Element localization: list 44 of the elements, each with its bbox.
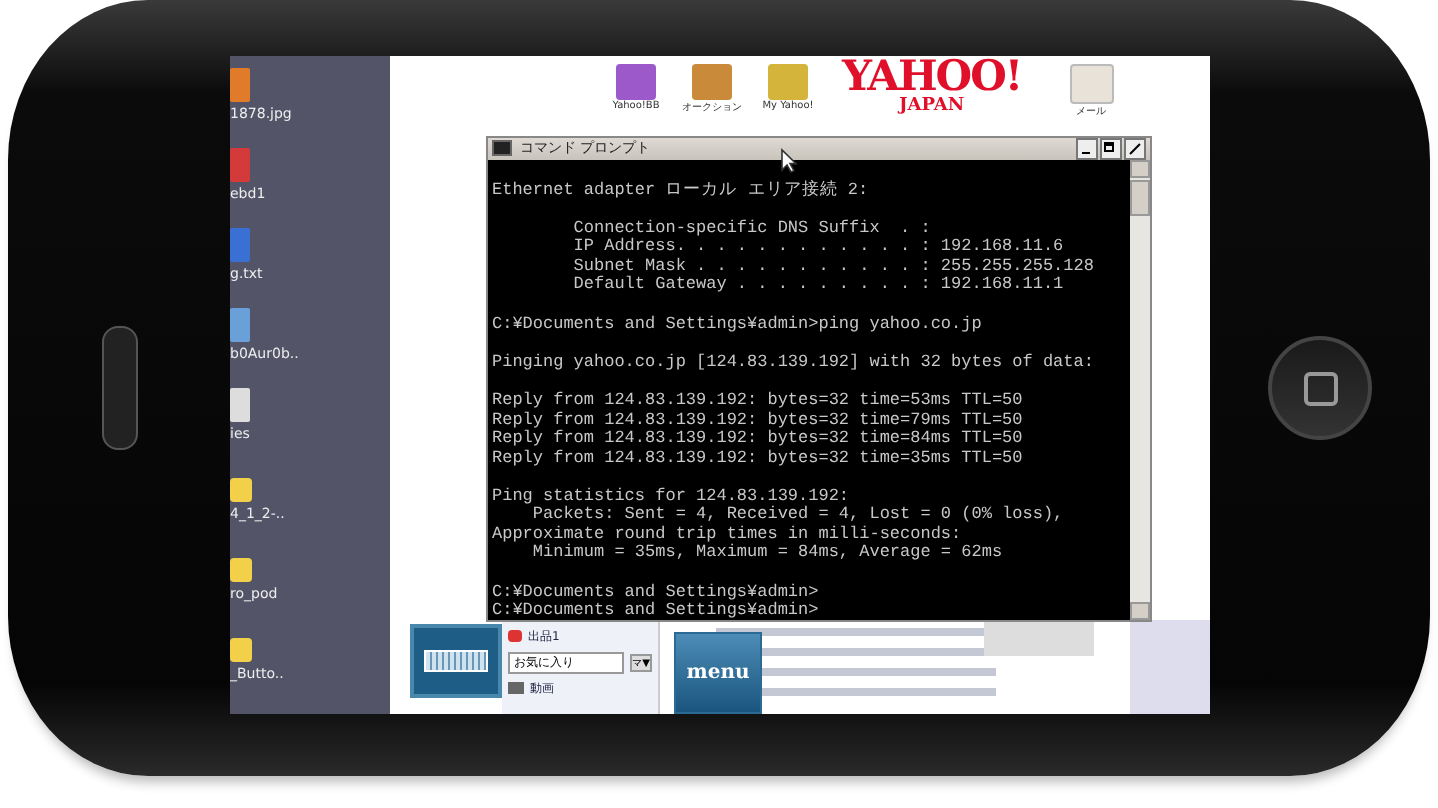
console-line: Connection-specific DNS Suffix . :	[571, 219, 933, 238]
console-line: Reply from 124.83.139.192: bytes=32 time=35ms TTL=50	[492, 449, 1025, 468]
scroll-thumb[interactable]	[1130, 179, 1150, 215]
settings-file-icon[interactable]	[230, 387, 250, 421]
console-line: C:¥Documents and Settings¥admin>	[492, 602, 821, 621]
mouse-pointer-icon	[780, 143, 798, 169]
console-line: Subnet Mask . . . . . . . . . . . : 255.255.255.128	[571, 257, 1096, 276]
scrollbar[interactable]	[1130, 159, 1150, 621]
console-line: Ping statistics for 124.83.139.192:	[492, 487, 852, 506]
console-line: C:¥Documents and Settings¥admin>ping yahoo.co.jp	[492, 315, 984, 334]
menu-button[interactable]: menu	[674, 631, 762, 713]
home-button[interactable]	[1268, 336, 1372, 440]
keyboard-icon	[424, 649, 488, 671]
scroll-down-icon[interactable]	[1130, 602, 1150, 621]
maximize-button[interactable]	[1100, 137, 1122, 159]
console-line: Packets: Sent = 4, Received = 4, Lost = 0 (0% loss),	[530, 506, 1066, 525]
console-line: Ethernet adapter ローカル エリア接続 2:	[492, 181, 871, 200]
document-icon[interactable]	[230, 227, 250, 261]
square-icon	[1303, 371, 1337, 405]
console-line: Pinging yahoo.co.jp [124.83.139.192] with 32 bytes of data:	[492, 353, 1096, 373]
close-button[interactable]	[1124, 137, 1146, 159]
folder-icon[interactable]	[230, 477, 252, 501]
console-line: Minimum = 35ms, Maximum = 84ms, Average = 62ms	[532, 544, 1005, 564]
console-line: Default Gateway . . . . . . . . . : 192.168.11.1	[571, 276, 1066, 296]
console-icon	[492, 140, 512, 156]
folder-icon[interactable]	[230, 637, 252, 661]
advert-banner	[1130, 619, 1210, 713]
console-line: Reply from 124.83.139.192: bytes=32 time=79ms TTL=50	[492, 411, 1025, 430]
film-icon	[508, 682, 524, 694]
logo-text: YAHOO!	[842, 55, 1022, 95]
console-line: IP Address. . . . . . . . . . . . : 192.168.11.6	[571, 238, 1066, 257]
folder-icon[interactable]	[230, 557, 252, 581]
console-line: Reply from 124.83.139.192: bytes=32 time=84ms TTL=50	[492, 430, 1025, 449]
console-line: Approximate round trip times in milli-seconds:	[492, 525, 964, 544]
image-file-icon[interactable]	[230, 67, 250, 101]
speaker-slot	[101, 326, 137, 450]
console-line: Reply from 124.83.139.192: bytes=32 time=53ms TTL=50	[492, 392, 1025, 411]
shortcut-icon[interactable]	[230, 307, 250, 341]
pdf-file-icon[interactable]	[230, 147, 250, 181]
tag-icon	[508, 630, 522, 642]
console-line: C:¥Documents and Settings¥admin>	[492, 583, 821, 602]
logo-subtext: JAPAN	[899, 95, 965, 115]
keyboard-button[interactable]	[410, 623, 502, 697]
minimize-button[interactable]	[1076, 137, 1098, 159]
